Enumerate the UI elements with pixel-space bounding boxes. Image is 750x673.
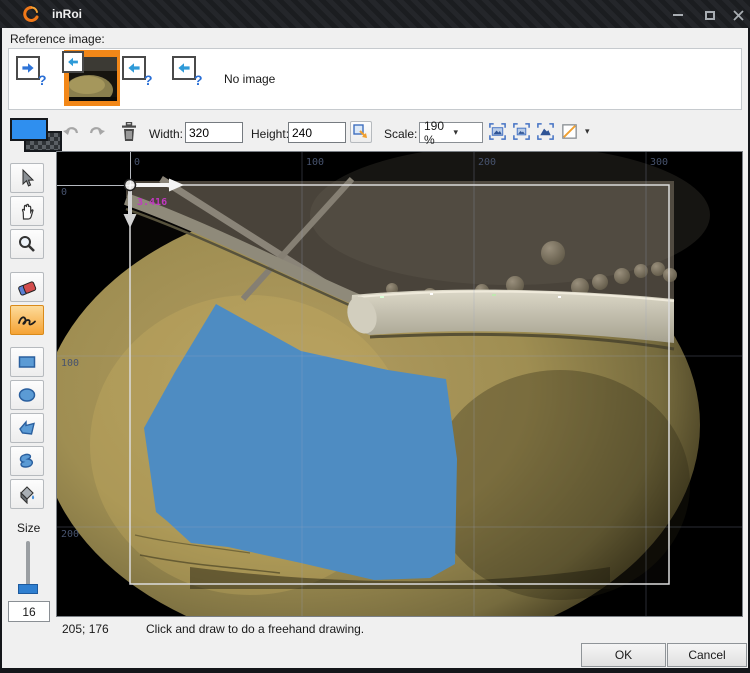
width-input[interactable]	[185, 122, 243, 143]
tool-select[interactable]	[10, 163, 44, 193]
input-arrow-icon	[62, 51, 84, 73]
canvas-surface[interactable]: 0 100 200 300 0 100 200 3.416	[57, 152, 742, 616]
sphere	[614, 268, 630, 284]
zoom-window-button[interactable]	[511, 121, 532, 142]
glint	[430, 293, 433, 295]
height-label: Height:	[251, 127, 289, 141]
origin-value-label: 3.416	[137, 197, 167, 208]
size-label: Size	[17, 521, 40, 535]
eraser-icon	[16, 277, 38, 297]
maximize-button[interactable]	[700, 6, 720, 24]
reference-slot-2[interactable]: ?	[120, 50, 170, 106]
ellipse-icon	[17, 386, 37, 404]
paint-bucket-icon	[17, 484, 37, 504]
v-tick: 0	[61, 187, 67, 198]
camera-image	[57, 152, 710, 616]
minimize-button[interactable]	[668, 6, 688, 24]
scale-combobox[interactable]: 190 % ▾	[419, 122, 483, 143]
h-tick: 0	[134, 157, 140, 168]
unknown-image-question: ?	[194, 72, 203, 88]
zoom-fit-icon	[488, 122, 507, 141]
closed-curve-icon	[17, 452, 37, 470]
zoom-window-icon	[512, 122, 531, 141]
redo-icon	[88, 124, 106, 140]
height-input[interactable]	[288, 122, 346, 143]
glint	[492, 294, 496, 296]
overlay-style-button[interactable]	[559, 121, 580, 142]
window-title: inRoi	[52, 7, 82, 21]
maximize-icon	[705, 11, 715, 20]
magnifier-icon	[17, 234, 37, 254]
minimize-icon	[673, 14, 683, 16]
no-image-text: No image	[224, 72, 275, 86]
sphere	[663, 268, 677, 282]
v-tick: 100	[61, 358, 79, 369]
overlay-style-dropdown[interactable]: ▾	[582, 126, 593, 137]
sphere	[592, 274, 608, 290]
zoom-actual-icon	[536, 122, 555, 141]
tool-freehand-region[interactable]	[10, 446, 44, 476]
unknown-image-question: ?	[144, 72, 153, 88]
tool-fill[interactable]	[10, 479, 44, 509]
input-arrow-icon	[172, 56, 196, 80]
reference-slot-3[interactable]: ?	[170, 50, 220, 106]
cancel-button[interactable]: Cancel	[667, 643, 747, 667]
tool-zoom[interactable]	[10, 229, 44, 259]
h-tick: 100	[306, 157, 324, 168]
width-label: Width:	[149, 127, 183, 141]
h-tick: 200	[478, 157, 496, 168]
tool-pan[interactable]	[10, 196, 44, 226]
freehand-squiggle-icon	[16, 311, 38, 329]
undo-icon	[62, 124, 80, 140]
app-logo-icon	[22, 5, 40, 23]
sphere	[541, 241, 565, 265]
reference-image-label: Reference image:	[10, 32, 105, 46]
output-arrow-icon	[16, 56, 40, 80]
resize-icon	[353, 124, 369, 140]
brush-color-swatch[interactable]	[10, 118, 48, 141]
chevron-down-icon: ▾	[450, 127, 483, 138]
reference-slot-output[interactable]: ?	[10, 50, 64, 106]
undo-button[interactable]	[60, 121, 82, 143]
cursor-coordinates: 205; 176	[62, 622, 109, 636]
resize-image-button[interactable]	[350, 121, 372, 143]
glint	[558, 296, 561, 298]
redo-button[interactable]	[86, 121, 108, 143]
tool-freehand-draw[interactable]	[10, 305, 44, 335]
drawing-canvas[interactable]: 0 100 200 300 0 100 200 3.416	[56, 151, 743, 617]
origin-circle-icon	[125, 180, 136, 191]
hand-icon	[17, 201, 37, 221]
tool-polygon[interactable]	[10, 413, 44, 443]
scale-label: Scale:	[384, 127, 417, 141]
v-tick: 200	[61, 529, 79, 540]
glint	[380, 296, 384, 298]
floor-shadow	[430, 370, 690, 600]
scale-value: 190 %	[420, 119, 450, 147]
reference-slot-selected[interactable]	[64, 50, 120, 106]
close-button[interactable]	[728, 6, 748, 24]
ok-button[interactable]: OK	[581, 643, 666, 667]
tool-ellipse[interactable]	[10, 380, 44, 410]
polygon-icon	[17, 419, 37, 437]
sphere	[651, 262, 665, 276]
close-icon	[733, 10, 744, 21]
zoom-actual-size-button[interactable]	[535, 121, 556, 142]
input-arrow-icon	[122, 56, 146, 80]
title-bar[interactable]: inRoi	[0, 0, 750, 28]
trash-icon	[121, 122, 137, 142]
zoom-fit-button[interactable]	[487, 121, 508, 142]
tool-rectangle[interactable]	[10, 347, 44, 377]
rectangle-icon	[17, 353, 37, 371]
size-slider-handle[interactable]	[18, 584, 38, 594]
status-hint: Click and draw to do a freehand drawing.	[146, 622, 364, 636]
cursor-icon	[17, 168, 37, 188]
size-value-box: 16	[8, 601, 50, 622]
no-fill-icon	[560, 122, 579, 141]
tool-eraser[interactable]	[10, 272, 44, 302]
inroi-dialog: inRoi Reference image: ?	[0, 0, 750, 673]
h-tick: 300	[650, 157, 668, 168]
unknown-image-question: ?	[38, 72, 47, 88]
clear-region-button[interactable]	[117, 119, 141, 145]
